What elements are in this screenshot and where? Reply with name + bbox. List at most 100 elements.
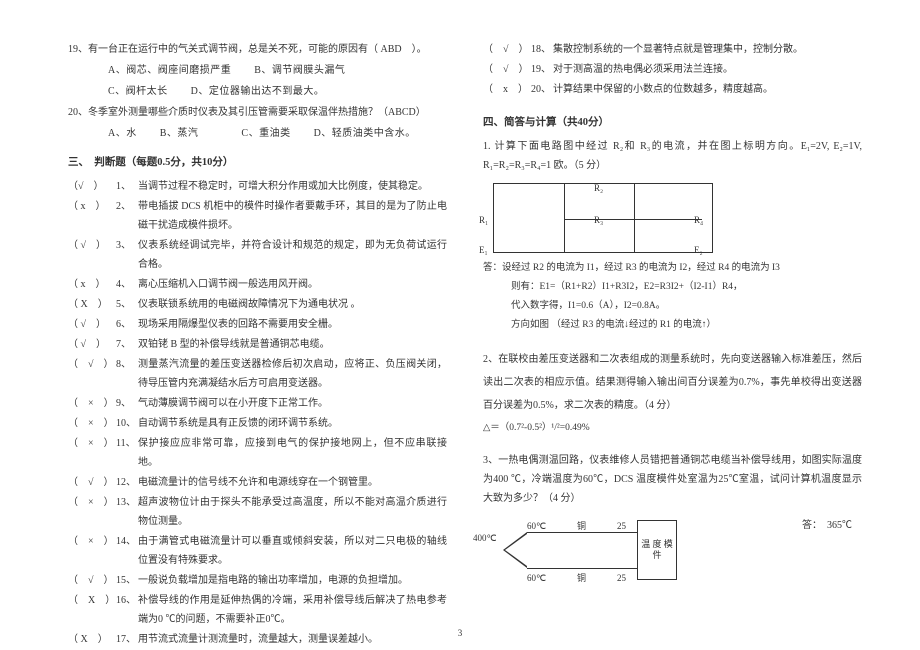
judge-11: （ × ） 11、 保护接应应非常可靠，应接到电气的保护接地网上，但不应串联接地… [68,434,447,472]
judge-num: 1、 [116,177,138,196]
judge-text: 带电插拔 DCS 机柜中的模件时操作者要戴手环，其目的是为了防止电磁干扰造成模件… [138,197,447,235]
calc1-stem: 1. 计算下面电路图中经过 R₂和 R₃的电流，并在图上标明方向。E₁=2V, … [483,137,862,175]
judge-17: （ X ） 17、 用节流式流量计测流量时，流量越大，测量误差越小。 [68,630,447,649]
judge-16: （ X ） 16、 补偿导线的作用是延伸热偶的冷端，采用补偿导线后解决了热电参考… [68,591,447,629]
judge-mark: （ √ ） [68,335,116,354]
label-60c-bot: 60℃ [527,570,546,587]
judge-text: 测量蒸汽流量的差压变送器检修后初次启动，应将正、负压阀关闭，待导压管内充满凝结水… [138,355,447,393]
judge-mark: （√ ） [68,177,116,196]
label-r2: R₂ [594,180,603,197]
calc3-ans: 答： 365℃ [677,510,862,535]
judge-19: （ √ ） 19、 对于测高温的热电偶必须采用法兰连接。 [483,60,862,79]
judge-2: （ x ） 2、 带电插拔 DCS 机柜中的模件时操作者要戴手环，其目的是为了防… [68,197,447,235]
judge-text: 离心压缩机入口调节阀一般选用风开阀。 [138,275,447,294]
judge-4: （ x ） 4、 离心压缩机入口调节阀一般选用风开阀。 [68,275,447,294]
q20-stem: 20、冬季室外测量哪些介质时仪表及其引压管需要采取保温伴热措施？（ABCD） [68,103,447,122]
judge-mark: （ × ） [68,493,116,531]
judge-mark: （ √ ） [68,236,116,274]
judge-9: （ × ） 9、 气动薄膜调节阀可以在小开度下正常工作。 [68,394,447,413]
q19-opt-a: A、阀芯、阀座间磨损严重 [108,65,231,76]
judge-text: 双铂铑 B 型的补偿导线就是普通铜芯电缆。 [138,335,447,354]
judge-mark: （ x ） [68,197,116,235]
section4-title: 四、简答与计算（共40分） [483,113,862,133]
judge-num: 7、 [116,335,138,354]
judge-mark: （ √ ） [483,60,531,79]
q19-opts-row1: A、阀芯、阀座间磨损严重 B、调节阀膜头漏气 [68,61,447,80]
judge-text: 现场采用隔爆型仪表的回路不需要用安全栅。 [138,315,447,334]
page-number: 3 [458,625,463,642]
judge-mark: （ X ） [68,591,116,629]
judge-num: 19、 [531,60,553,79]
judge-12: （ √ ） 12、 电磁流量计的信号线不允许和电源线穿在一个钢管里。 [68,473,447,492]
judge-num: 6、 [116,315,138,334]
judge-num: 5、 [116,295,138,314]
judge-text: 用节流式流量计测流量时，流量越大，测量误差越小。 [138,630,447,649]
q19-opt-b: B、调节阀膜头漏气 [254,65,345,76]
judge-mark: （ × ） [68,394,116,413]
judge-mark: （ x ） [483,80,531,99]
judge-20: （ x ） 20、 计算结果中保留的小数点的位数越多，精度越高。 [483,80,862,99]
judge-num: 14、 [116,532,138,570]
calc2-stem: 2、在联校由差压变送器和二次表组成的测量系统时，先向变送器输入标准差压，然后读出… [483,348,862,417]
judge-10: （ × ） 10、 自动调节系统是具有正反馈的闭环调节系统。 [68,414,447,433]
judge-num: 2、 [116,197,138,235]
judge-mark: （ X ） [68,295,116,314]
q19-stem: 19、有一台正在运行中的气关式调节阀，总是关不死，可能的原因有（ ABD ）。 [68,40,447,59]
judge-num: 10、 [116,414,138,433]
judge-num: 4、 [116,275,138,294]
q19-opt-c: C、阀杆太长 [108,86,168,97]
judge-mark: （ √ ） [68,473,116,492]
judge-text: 由于满管式电磁流量计可以垂直或倾斜安装，所以对二只电极的轴线位置没有特殊要求。 [138,532,447,570]
judge-3: （ √ ） 3、 仪表系统经调试完毕，并符合设计和规范的规定，即为无负荷试运行合… [68,236,447,274]
judge-text: 保护接应应非常可靠，应接到电气的保护接地网上，但不应串联接地。 [138,434,447,472]
q19-opts-row2: C、阀杆太长 D、定位器输出达不到最大。 [68,82,447,101]
calc1-ans2: 则有：E1=（R1+R2）I1+R3I2，E2=R3I2+（I2-I1）R4， [483,278,862,296]
judge-text: 补偿导线的作用是延伸热偶的冷端，采用补偿导线后解决了热电参考端为0 ℃的问题，不… [138,591,447,629]
judge-8: （ √ ） 8、 测量蒸汽流量的差压变送器检修后初次启动，应将正、负压阀关闭，待… [68,355,447,393]
judge-6: （ √ ） 6、 现场采用隔爆型仪表的回路不需要用安全栅。 [68,315,447,334]
judge-num: 20、 [531,80,553,99]
label-copper-top: 铜 [577,518,586,535]
judge-mark: （ √ ） [68,571,116,590]
judge-num: 11、 [116,434,138,472]
calc2-ans: △＝（0.7²-0.5²）¹/²=0.49% [483,419,862,437]
judge-num: 13、 [116,493,138,531]
q20-opts: A、水 B、蒸汽 C、重油类 D、轻质油类中含水。 [68,124,447,143]
q19-opt-d: D、定位器输出达不到最大。 [191,86,325,97]
judge-text: 集散控制系统的一个显著特点就是管理集中，控制分散。 [553,40,862,59]
judge-num: 16、 [116,591,138,629]
q20-opt-d: D、轻质油类中含水。 [314,128,416,139]
label-r1: R₁ [479,212,488,229]
temp-module-box: 温 度 模 件 [637,520,677,580]
section3-title: 三、 判断题（每题0.5分，共10分） [68,153,447,173]
judge-text: 当调节过程不稳定时，可增大积分作用或加大比例度，使其稳定。 [138,177,447,196]
label-60c-top: 60℃ [527,518,546,535]
q20-opt-b: B、蒸汽 [160,128,199,139]
judge-7: （ √ ） 7、 双铂铑 B 型的补偿导线就是普通铜芯电缆。 [68,335,447,354]
judge-num: 15、 [116,571,138,590]
judge-text: 仪表系统经调试完毕，并符合设计和规范的规定，即为无负荷试运行合格。 [138,236,447,274]
label-400c: 400℃ [473,530,497,547]
judge-text: 气动薄膜调节阀可以在小开度下正常工作。 [138,394,447,413]
judge-text: 仪表联锁系统用的电磁阀故障情况下为通电状况 。 [138,295,447,314]
judge-num: 8、 [116,355,138,393]
judge-num: 9、 [116,394,138,413]
left-column: 19、有一台正在运行中的气关式调节阀，总是关不死，可能的原因有（ ABD ）。 … [60,40,465,630]
judge-mark: （ X ） [68,630,116,649]
judge-mark: （ √ ） [68,355,116,393]
judge-text: 自动调节系统是具有正反馈的闭环调节系统。 [138,414,447,433]
judge-1: （√ ） 1、 当调节过程不稳定时，可增大积分作用或加大比例度，使其稳定。 [68,177,447,196]
circuit-diagram: R₁ R₂ R₃ R₄ E₁ E₂ [493,183,713,253]
judge-18: （ √ ） 18、 集散控制系统的一个显著特点就是管理集中，控制分散。 [483,40,862,59]
judge-num: 17、 [116,630,138,649]
label-copper-bot: 铜 [577,570,586,587]
judge-mark: （ × ） [68,414,116,433]
judge-text: 一般说负载增加是指电路的输出功率增加，电源的负担增加。 [138,571,447,590]
judge-num: 3、 [116,236,138,274]
label-e2: E₂ [694,242,703,259]
q20-opt-a: A、水 [108,128,137,139]
label-r3: R₃ [594,212,603,229]
judge-mark: （ × ） [68,434,116,472]
label-25-bot: 25 [617,570,626,587]
calc3-stem: 3、一热电偶测温回路，仪表维修人员错把普通铜芯电缆当补偿导线用，如图实际温度为4… [483,451,862,508]
